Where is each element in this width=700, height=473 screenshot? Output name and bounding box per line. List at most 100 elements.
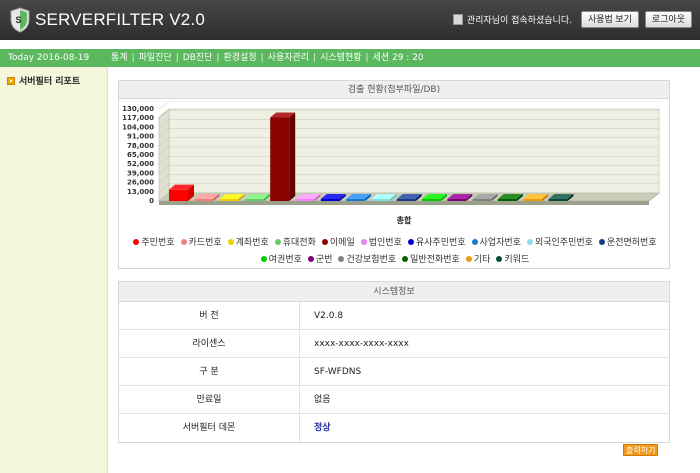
legend-swatch (321, 238, 328, 245)
bar-front (422, 199, 441, 201)
top-nav-bar: Today 2016-08-19 통계 | 파일진단 | DB진단 | 환경설정… (0, 49, 700, 67)
legend-label: 기타 (473, 255, 491, 265)
bar-front (244, 199, 264, 201)
legend-item: 군번 (307, 252, 333, 265)
detection-bar-chart: 130,000117,000104,000 91,00078,00065,0005… (122, 101, 660, 225)
y-tick-label: 52,000 (127, 160, 154, 168)
bar-front (396, 199, 416, 201)
legend-item: 일반전화번호 (402, 252, 460, 265)
gridline-side (158, 101, 170, 110)
sidebar: 서버필터 리포트 (0, 67, 108, 473)
y-tick-label: 117,000 (122, 114, 154, 122)
legend-label: 여권번호 (268, 255, 302, 265)
sidebar-item-label: 서버필터 리포트 (19, 77, 81, 87)
legend-swatch (260, 255, 267, 262)
bar-front (497, 199, 517, 201)
legend-label: 계좌번호 (235, 238, 269, 248)
row-key: 만료일 (119, 386, 300, 413)
manual-button[interactable]: 사용법 보기 (580, 11, 639, 28)
legend-label: 사업자번호 (479, 238, 521, 248)
legend-label: 건강보험번호 (346, 255, 397, 265)
legend-swatch (465, 255, 472, 262)
legend-label: 군번 (315, 255, 333, 265)
legend-swatch (307, 255, 314, 262)
bar-front (219, 199, 239, 201)
legend-label: 법인번호 (368, 238, 402, 248)
session-timer: 세션 29 : 20 (372, 53, 424, 63)
svg-text:S: S (16, 15, 22, 25)
table-row: 라이센스 xxxx-xxxx-xxxx-xxxx (119, 330, 669, 358)
row-key: 라이센스 (119, 330, 300, 357)
y-tick-label: 104,000 (122, 123, 154, 131)
legend-item: 운전면허번호 (598, 235, 657, 248)
bar-front (447, 199, 467, 201)
menu-separator: | (313, 53, 317, 63)
legend-swatch (360, 238, 367, 245)
x-axis-label: 총합 (397, 215, 412, 225)
legend-swatch (338, 255, 345, 262)
app-header: S SERVERFILTER V2.0 관리자님이 접속하셨습니다. 사용법 보… (0, 0, 700, 40)
bar-front (295, 199, 315, 201)
y-tick-label: 130,000 (122, 105, 154, 113)
menu-file-diagnosis[interactable]: 파일진단 (139, 49, 172, 67)
system-info-title: 시스템정보 (119, 282, 669, 302)
admin-message: 관리자님이 접속하셨습니다. (452, 13, 572, 26)
legend-swatch (471, 238, 478, 245)
bar-front (523, 199, 543, 201)
menu-db-diagnosis[interactable]: DB진단 (183, 49, 213, 67)
y-tick-label: 39,000 (127, 169, 154, 177)
row-key: 서버필터 데몬 (119, 414, 300, 442)
legend-item: 기타 (465, 252, 491, 265)
logout-button[interactable]: 로그아웃 (644, 11, 692, 28)
legend-swatch (402, 255, 409, 262)
legend-label: 외국인주민번호 (534, 238, 593, 248)
menu-user-management[interactable]: 사용자관리 (268, 49, 309, 67)
bar-front (371, 199, 391, 201)
legend-label: 휴대전화 (282, 238, 316, 248)
legend-label: 카드번호 (188, 238, 222, 248)
legend-item: 키워드 (496, 252, 529, 265)
legend-item: 휴대전화 (274, 235, 316, 248)
menu-statistics[interactable]: 통계 (111, 49, 128, 67)
menu-system-status[interactable]: 시스템현황 (320, 49, 361, 67)
y-tick-label: 78,000 (127, 142, 154, 150)
y-tick-label: 0 (149, 197, 154, 205)
menu-separator: | (260, 53, 264, 63)
legend-swatch (407, 238, 414, 245)
chart-back-wall (168, 108, 660, 194)
chart-side-wall (158, 108, 170, 202)
legend-item: 여권번호 (260, 252, 302, 265)
print-button[interactable]: 출력하기 (623, 444, 659, 456)
menu-separator: | (365, 53, 369, 63)
header-actions: 관리자님이 접속하셨습니다. 사용법 보기 로그아웃 (452, 11, 692, 28)
legend-label: 일반전화번호 (410, 255, 460, 265)
today-date: Today 2016-08-19 (8, 53, 90, 63)
bar-front (194, 199, 214, 201)
bar-side (289, 112, 296, 201)
menu-separator: | (216, 53, 220, 63)
legend-item: 외국인주민번호 (526, 235, 593, 248)
y-tick-label: 91,000 (127, 133, 154, 141)
sidebar-item-report[interactable]: 서버필터 리포트 (7, 74, 80, 87)
menu-settings[interactable]: 환경설정 (224, 49, 257, 67)
legend-item: 주민번호 (133, 235, 175, 248)
bullet-icon (7, 76, 15, 85)
table-row: 서버필터 데몬 정상 (119, 414, 669, 442)
legend-item: 이메일 (321, 235, 355, 248)
chart-floor-edge (159, 201, 649, 205)
menu-separator: | (175, 53, 179, 63)
legend-item: 건강보험번호 (338, 252, 396, 265)
legend-item: 계좌번호 (227, 235, 269, 248)
y-tick-label: 26,000 (127, 179, 154, 187)
legend-label: 키워드 (504, 255, 530, 265)
legend-label: 운전면허번호 (606, 238, 657, 248)
system-info-panel: 시스템정보 버 전 V2.0.8 라이센스 xxxx-xxxx-xxxx-xxx… (118, 281, 670, 443)
bar-front (270, 117, 290, 201)
menu-separator: | (131, 53, 135, 63)
legend-item: 카드번호 (180, 235, 222, 248)
row-value: 없음 (314, 395, 331, 405)
legend-item: 법인번호 (360, 235, 402, 248)
serverfilter-logo[interactable]: S SERVERFILTER V2.0 (9, 6, 205, 34)
legend-swatch (274, 238, 281, 245)
legend-swatch (496, 255, 503, 262)
